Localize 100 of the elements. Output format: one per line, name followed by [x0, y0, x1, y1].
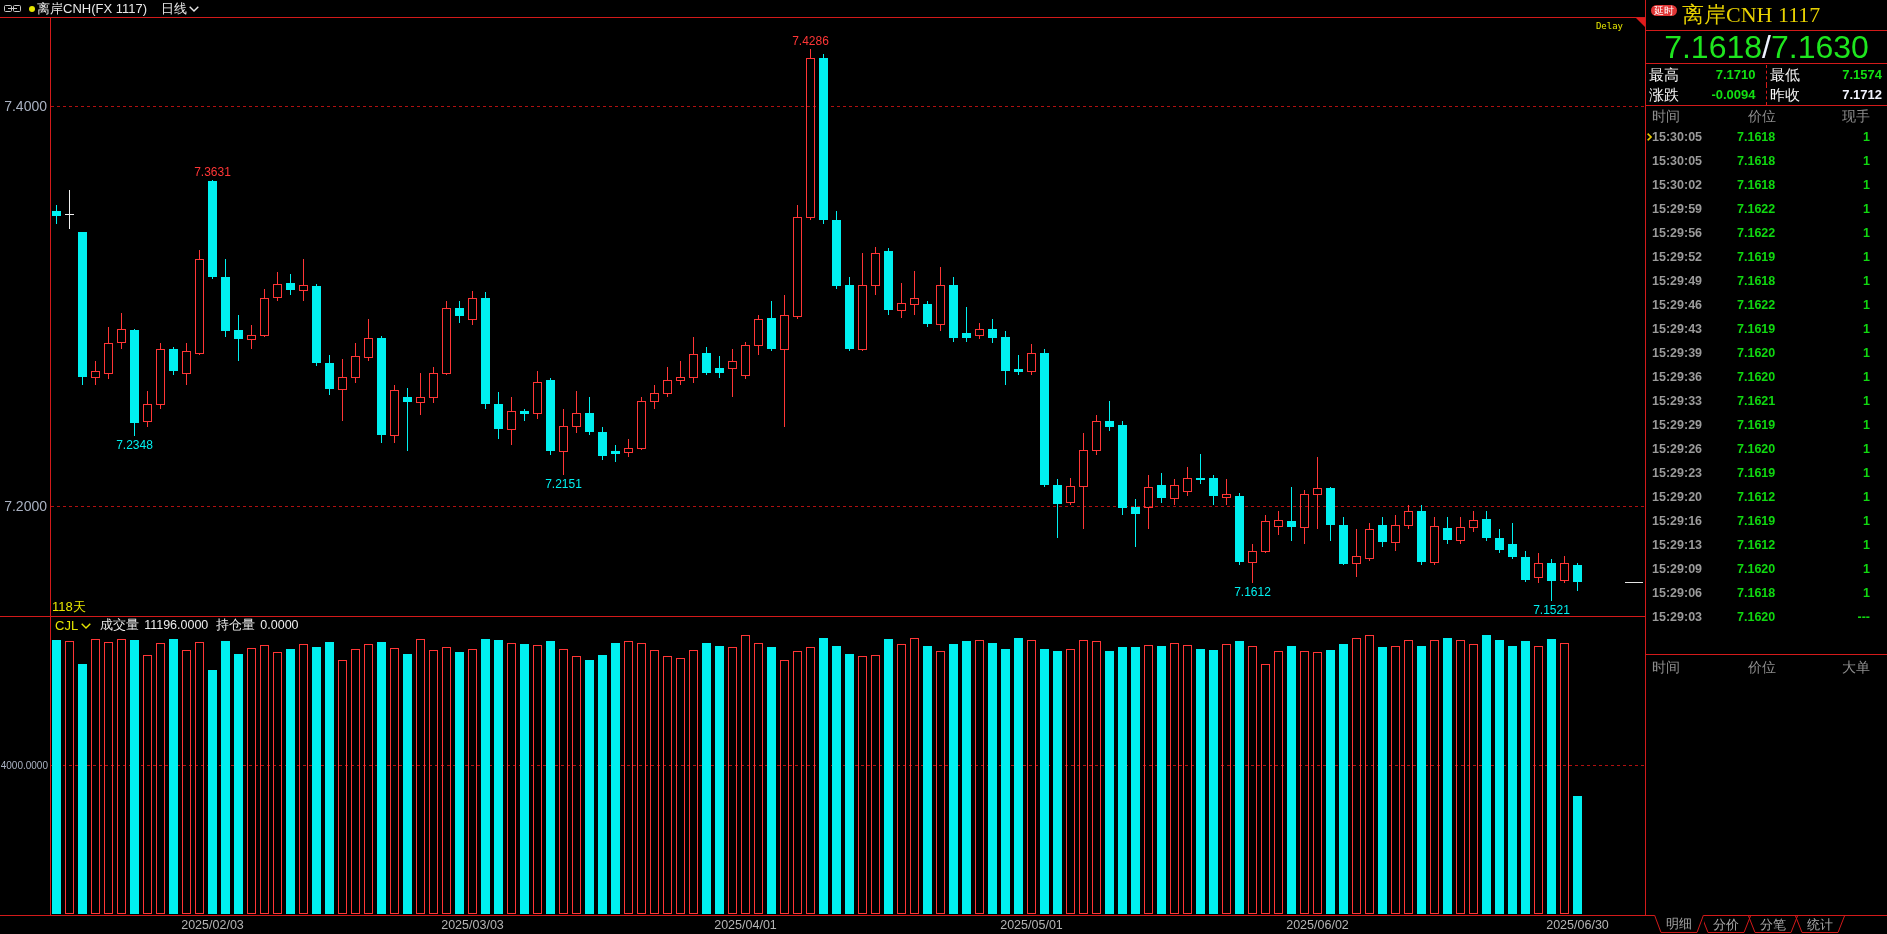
falling-candle — [611, 444, 620, 463]
doji-candle — [64, 189, 75, 230]
tick-time: 15:29:43 — [1652, 321, 1703, 337]
low-price-label: 7.1521 — [1533, 603, 1570, 616]
indicator-value: 0.0000 — [260, 618, 299, 633]
rising-candle — [1430, 516, 1439, 566]
rising-candle — [1183, 466, 1192, 497]
tick-price: 7.1622 — [1737, 297, 1776, 313]
low-price-label: 7.2151 — [545, 477, 582, 491]
stat-value: 7.1712 — [1842, 86, 1882, 103]
tick-price: 7.1620 — [1737, 561, 1776, 577]
falling-candle — [169, 346, 178, 376]
column-header: 时间 — [1652, 107, 1681, 124]
corner-marker-icon — [1636, 18, 1645, 27]
tick-volume: 1 — [1863, 393, 1870, 409]
chevron-down-icon — [189, 5, 200, 12]
indicator-label: 成交量 — [100, 618, 140, 633]
rising-candle — [559, 408, 568, 476]
status-dot-icon — [29, 5, 35, 12]
instrument-title: 离岸CNH 1117 — [1682, 2, 1821, 28]
rising-candle — [1261, 514, 1270, 554]
tick-volume: 1 — [1863, 129, 1870, 145]
ask-price: 7.1630 — [1770, 31, 1869, 63]
tick-volume: 1 — [1863, 417, 1870, 433]
period-dropdown[interactable]: 日线 — [161, 1, 200, 16]
indicator-label: 持仓量 — [216, 618, 256, 633]
high-price-label: 7.3631 — [194, 165, 231, 179]
falling-candle — [1001, 330, 1010, 386]
indicator-dropdown[interactable]: CJL — [55, 618, 92, 633]
falling-candle — [884, 247, 893, 316]
falling-candle — [988, 318, 997, 344]
date-label: 2025/02/03 — [181, 918, 244, 932]
rising-candle — [1560, 555, 1569, 584]
tick-volume: 1 — [1863, 225, 1870, 241]
rising-candle — [273, 271, 282, 302]
falling-candle — [494, 391, 503, 440]
falling-candle — [1053, 478, 1062, 539]
tick-price: 7.1620 — [1737, 609, 1776, 625]
tick-price: 7.1619 — [1737, 321, 1776, 337]
tick-time: 15:29:23 — [1652, 465, 1703, 481]
rising-candle — [1248, 543, 1257, 584]
stat-value: -0.0094 — [1711, 86, 1756, 103]
falling-candle — [923, 300, 932, 328]
falling-candle — [1014, 354, 1023, 376]
last-price-marker — [1625, 582, 1643, 583]
falling-candle — [949, 276, 958, 343]
tick-time: 15:29:16 — [1652, 513, 1703, 529]
tab[interactable]: 分笔 — [1748, 916, 1798, 933]
falling-candle — [325, 354, 334, 396]
falling-candle — [1508, 522, 1517, 560]
rising-candle — [468, 290, 477, 326]
rising-candle — [247, 324, 256, 350]
falling-candle — [455, 300, 464, 324]
y-axis-label: 7.4000 — [4, 98, 47, 114]
falling-candle — [1495, 528, 1504, 554]
tick-price: 7.1619 — [1737, 417, 1776, 433]
rising-candle — [1404, 504, 1413, 530]
tick-time: 15:30:02 — [1652, 177, 1703, 193]
tick-volume: 1 — [1863, 321, 1870, 337]
link-icon[interactable] — [4, 5, 21, 12]
rising-candle — [728, 348, 737, 398]
falling-candle — [1443, 516, 1452, 545]
tick-volume: 1 — [1863, 369, 1870, 385]
tick-price: 7.1619 — [1737, 513, 1776, 529]
falling-candle — [702, 346, 711, 376]
falling-candle — [1157, 472, 1166, 504]
rising-candle — [1222, 478, 1231, 506]
tab[interactable]: 明细 — [1654, 915, 1704, 933]
tick-price: 7.1620 — [1737, 441, 1776, 457]
tab[interactable]: 统计 — [1795, 916, 1845, 933]
tick-volume: 1 — [1863, 441, 1870, 457]
falling-candle — [598, 426, 607, 461]
rising-candle — [1352, 528, 1361, 578]
date-label: 2025/03/03 — [441, 918, 504, 932]
tick-volume: 1 — [1863, 273, 1870, 289]
y-axis-label: 4000.0000 — [0, 760, 48, 771]
day-count-label: 118天 — [52, 600, 86, 614]
stat-label: 最高 — [1649, 65, 1679, 84]
rising-candle — [910, 270, 919, 316]
falling-candle — [234, 314, 243, 362]
rising-candle — [897, 282, 906, 319]
column-header: 价位 — [1747, 659, 1776, 675]
rising-candle — [1469, 510, 1478, 533]
rising-candle — [1456, 516, 1465, 545]
rising-candle — [260, 288, 269, 338]
tick-price: 7.1618 — [1737, 585, 1776, 601]
falling-candle — [1547, 558, 1556, 602]
falling-candle — [52, 204, 61, 225]
rising-candle — [429, 366, 438, 404]
tab[interactable]: 分价 — [1701, 916, 1751, 933]
bid-price: 7.1618 — [1664, 31, 1763, 63]
rising-candle — [676, 360, 685, 386]
date-label: 2025/06/02 — [1286, 918, 1349, 932]
tick-time: 15:29:59 — [1652, 201, 1703, 217]
rising-candle — [1144, 474, 1153, 530]
falling-candle — [1417, 504, 1426, 566]
falling-candle — [1573, 562, 1582, 592]
rising-candle — [299, 258, 308, 302]
falling-candle — [715, 355, 724, 379]
rising-candle — [871, 246, 880, 296]
